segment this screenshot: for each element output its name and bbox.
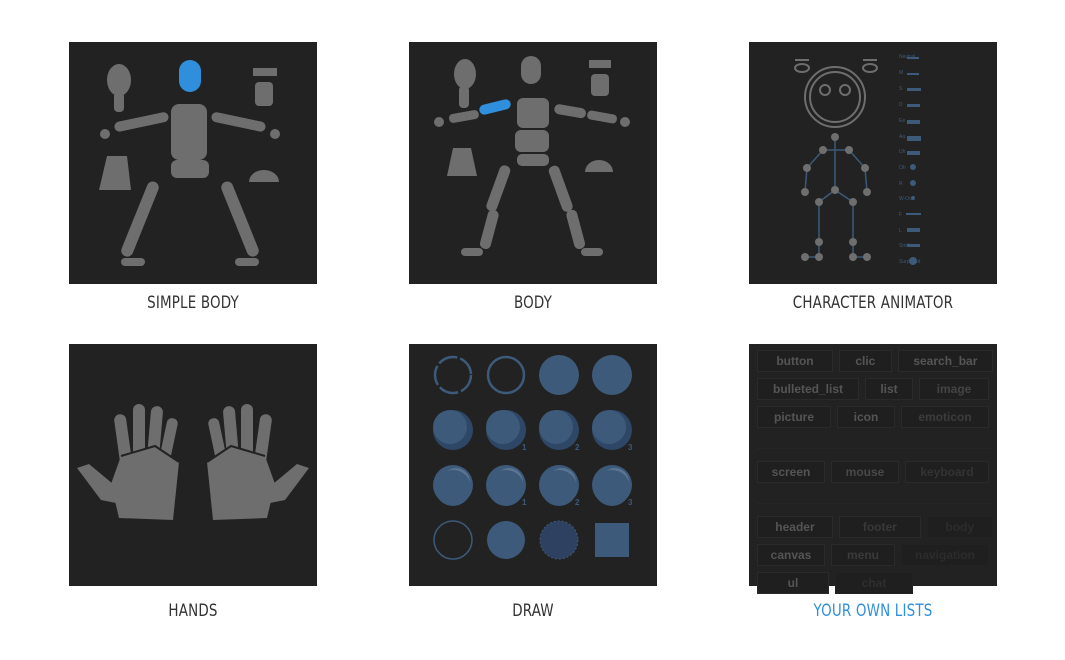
mouth-label: Oh (899, 165, 906, 171)
tag-list: button clic search_bar bulleted_list list im… (757, 350, 993, 600)
tag: clic (838, 350, 892, 372)
brush-number: 1 (522, 498, 527, 507)
card-label: CHARACTER ANIMATOR (792, 293, 954, 313)
mouth-label: Ee (899, 118, 906, 124)
simple-body-mannequin-icon (99, 60, 280, 266)
mouth-label: F (899, 212, 903, 218)
tag: icon (837, 406, 895, 428)
tag: ul (757, 572, 829, 594)
mouth-label: L (899, 228, 902, 234)
tag: body (926, 516, 993, 538)
tag: list (865, 378, 913, 400)
tag: canvas (757, 544, 825, 566)
body-mannequin-icon (434, 56, 630, 256)
mouth-label: R (899, 181, 903, 187)
card-body[interactable] (409, 42, 657, 284)
tag: search_bar (897, 350, 993, 372)
hands-icon (77, 404, 309, 520)
mouth-label: Uh (899, 149, 906, 155)
card-label: HANDS (168, 601, 218, 621)
tag: header (757, 516, 833, 538)
brush-number: 2 (575, 443, 580, 452)
mouth-label: Surprised (899, 259, 921, 265)
card-character-animator[interactable]: Neutral M S D Ee Aa Uh Oh R W-Oo F L Smi… (749, 42, 997, 284)
mouth-label: Aa (899, 134, 906, 140)
tag: emoticon (901, 406, 989, 428)
mouth-label: S (899, 86, 903, 92)
tag: image (919, 378, 989, 400)
tag: chat (835, 572, 913, 594)
card-label: BODY (513, 293, 553, 313)
mouth-label: Smile (899, 243, 912, 249)
tag: footer (838, 516, 921, 538)
brush-number: 3 (628, 498, 633, 507)
card-simple-body[interactable] (69, 42, 317, 284)
tag: menu (831, 544, 895, 566)
tag: bulleted_list (757, 378, 859, 400)
tag: keyboard (905, 461, 989, 483)
card-hands[interactable] (69, 344, 317, 586)
tag: button (757, 350, 833, 372)
character-puppet-icon (794, 57, 921, 265)
card-label: DRAW (512, 601, 554, 621)
tag: screen (757, 461, 825, 483)
card-label-active: YOUR OWN LISTS (813, 601, 933, 621)
brush-number: 1 (522, 443, 527, 452)
tag: mouse (831, 461, 899, 483)
mouth-label: W-Oo (899, 196, 912, 202)
brush-number: 3 (628, 443, 633, 452)
mouth-label: D (899, 102, 903, 108)
card-your-own-lists[interactable]: button clic search_bar bulleted_list list im… (749, 344, 997, 594)
tag: navigation (901, 544, 989, 566)
brush-shapes-icon: 1 2 3 1 2 3 (433, 355, 633, 560)
mouth-label: Neutral (899, 54, 916, 60)
mouth-label: M (899, 70, 904, 76)
card-draw[interactable]: 1 2 3 1 2 3 (409, 344, 657, 586)
brush-number: 2 (575, 498, 580, 507)
tag: picture (757, 406, 831, 428)
card-label: SIMPLE BODY (147, 293, 239, 313)
